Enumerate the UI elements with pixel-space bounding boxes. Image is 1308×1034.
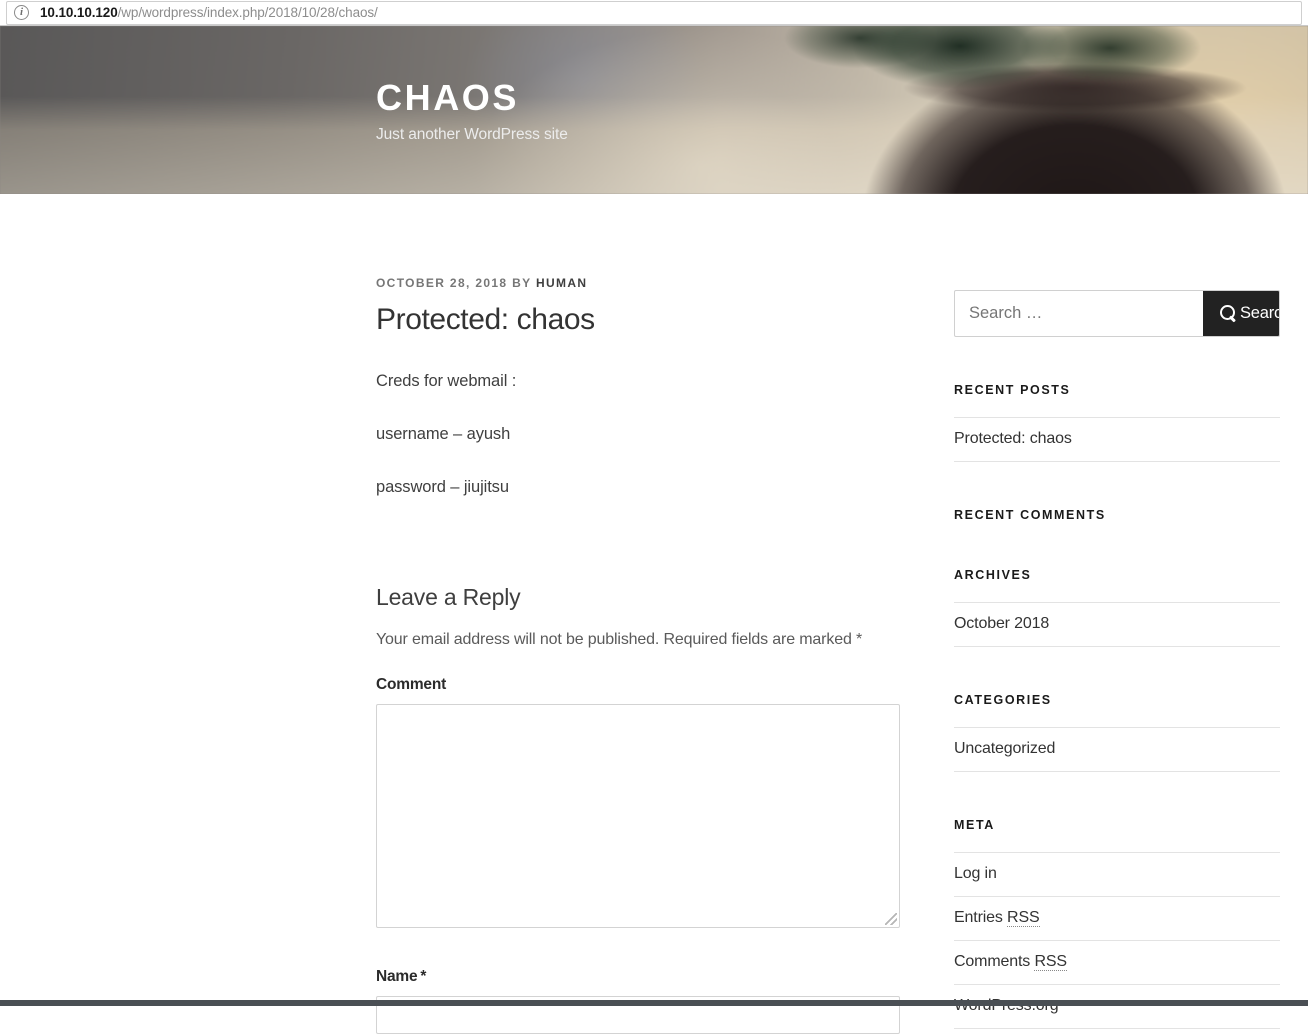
viewport-bottom-edge (0, 1000, 1308, 1006)
comment-form-section: Leave a Reply Your email address will no… (376, 584, 901, 1034)
header-photo-plant-in-pot (0, 26, 1308, 194)
post-author[interactable]: HUMAN (536, 276, 587, 290)
post-meta: OCTOBER 28, 2018 BY HUMAN (376, 276, 901, 290)
meta-comments-rss-link[interactable]: Comments RSS (954, 941, 1280, 984)
widget-archives: Archives October 2018 (954, 568, 1280, 647)
list-item: October 2018 (954, 602, 1280, 647)
meta-entries-rss-label: Entries RSS (954, 909, 1040, 927)
rss-abbr: RSS (1007, 909, 1040, 927)
post-content: Creds for webmail : username – ayush pas… (376, 370, 901, 500)
search-button[interactable]: Search (1203, 291, 1279, 336)
comment-notes: Your email address will not be published… (376, 630, 863, 648)
search-form: Search (954, 290, 1280, 337)
name-field-label: Name * (376, 968, 901, 986)
post-date[interactable]: OCTOBER 28, 2018 (376, 276, 507, 290)
widget-title: Archives (954, 568, 1032, 582)
site-branding: CHAOS Just another WordPress site (376, 78, 568, 144)
search-button-label: Search (1240, 304, 1279, 322)
archive-link[interactable]: October 2018 (954, 603, 1280, 646)
name-label-text: Name (376, 967, 418, 985)
url-input[interactable]: i 10.10.10.120/wp/wordpress/index.php/20… (6, 0, 1302, 25)
list-item: Comments RSS (954, 940, 1280, 984)
post-paragraph: Creds for webmail : (376, 372, 517, 390)
site-tagline: Just another WordPress site (376, 125, 568, 143)
list-item: Entries RSS (954, 896, 1280, 940)
widget-meta: Meta Log in Entries RSS Comments RSS Wor… (954, 818, 1280, 1029)
meta-login-link[interactable]: Log in (954, 853, 1280, 896)
widget-categories: Categories Uncategorized (954, 693, 1280, 772)
meta-comments-rss-label: Comments RSS (954, 953, 1067, 971)
post-article: OCTOBER 28, 2018 BY HUMAN Protected: cha… (376, 276, 901, 500)
required-asterisk: * (420, 967, 427, 985)
post-title: Protected: chaos (376, 303, 595, 336)
sidebar: Search Recent Posts Protected: chaos Rec… (954, 290, 1280, 1029)
widget-title: Categories (954, 693, 1052, 707)
main-content: OCTOBER 28, 2018 BY HUMAN Protected: cha… (376, 276, 901, 1034)
widget-list: Uncategorized (954, 727, 1280, 772)
recent-post-link[interactable]: Protected: chaos (954, 418, 1280, 461)
meta-entries-rss-link[interactable]: Entries RSS (954, 897, 1280, 940)
list-item: Protected: chaos (954, 417, 1280, 462)
widget-search: Search (954, 290, 1280, 337)
site-header: CHAOS Just another WordPress site (0, 26, 1308, 194)
rss-abbr: RSS (1034, 953, 1067, 971)
list-item: WordPress.org (954, 984, 1280, 1029)
meta-wordpress-org-link[interactable]: WordPress.org (954, 985, 1280, 1028)
comment-textarea[interactable] (376, 703, 900, 928)
url-host: 10.10.10.120 (40, 5, 118, 20)
widget-recent-posts: Recent Posts Protected: chaos (954, 383, 1280, 462)
category-link[interactable]: Uncategorized (954, 728, 1280, 771)
url-path: /wp/wordpress/index.php/2018/10/28/chaos… (117, 5, 378, 20)
post-paragraph: username – ayush (376, 424, 511, 443)
list-item: Uncategorized (954, 727, 1280, 772)
browser-url-bar: i 10.10.10.120/wp/wordpress/index.php/20… (0, 0, 1308, 26)
search-input[interactable] (955, 291, 1203, 336)
post-meta-by: BY (512, 276, 532, 290)
magnifier-icon (1220, 305, 1237, 322)
widget-list: October 2018 (954, 602, 1280, 647)
widget-title: Recent Posts (954, 383, 1071, 397)
page-body: OCTOBER 28, 2018 BY HUMAN Protected: cha… (0, 194, 1308, 1034)
widget-recent-comments: Recent Comments (954, 508, 1280, 522)
comment-field-label: Comment (376, 675, 447, 693)
list-item: Log in (954, 852, 1280, 896)
widget-title: Recent Comments (954, 508, 1106, 522)
leave-a-reply-heading: Leave a Reply (376, 583, 521, 610)
widget-list: Protected: chaos (954, 417, 1280, 462)
post-paragraph: password – jiujitsu (376, 477, 509, 496)
comment-textarea-wrap (376, 703, 900, 928)
site-title[interactable]: CHAOS (376, 78, 568, 118)
info-circle-icon[interactable]: i (14, 5, 29, 20)
widget-title: Meta (954, 818, 995, 832)
